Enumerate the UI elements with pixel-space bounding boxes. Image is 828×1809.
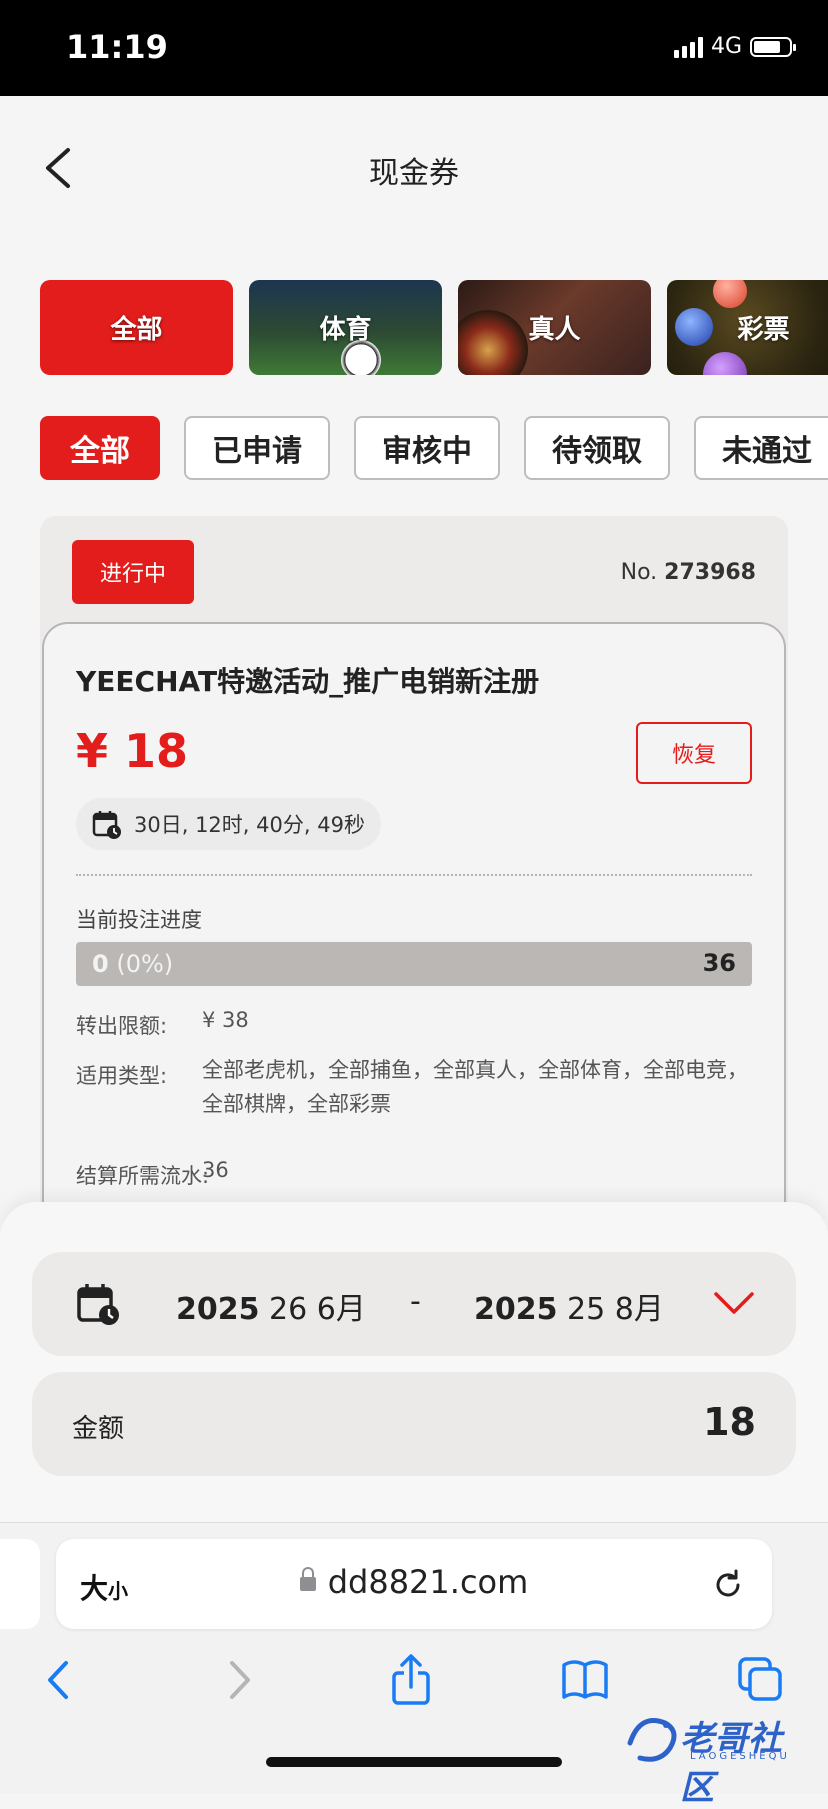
restore-button[interactable]: 恢复	[636, 722, 752, 784]
url-display[interactable]: dd8821.com	[56, 1563, 772, 1601]
battery-icon	[750, 36, 796, 57]
nav-bar: 现金券	[0, 96, 828, 246]
betting-progress-bar: 0 (0%) 36	[76, 942, 752, 986]
url-text: dd8821.com	[327, 1563, 529, 1601]
date-to: 2025 25 8月	[474, 1284, 664, 1328]
browser-chrome: 大小 dd8821.com 老哥社区 LAOGESHEQU	[0, 1522, 828, 1808]
status-time: 11:19	[66, 28, 168, 66]
types-value: 全部老虎机，全部捕鱼，全部真人，全部体育，全部电竞，全部棋牌，全部彩票	[202, 1058, 748, 1116]
address-bar[interactable]: 大小 dd8821.com	[56, 1539, 772, 1629]
filter-tab-pending[interactable]: 待领取	[524, 416, 670, 480]
back-arrow-icon[interactable]	[36, 1653, 86, 1707]
forward-arrow-icon[interactable]	[214, 1653, 264, 1707]
progress-label: 当前投注进度	[76, 908, 202, 932]
lottery-ball-icon	[675, 308, 713, 346]
category-label: 全部	[110, 315, 163, 345]
types-label: 适用类型:	[76, 1064, 168, 1088]
status-indicators: 4G	[673, 34, 796, 59]
turnover-label: 结算所需流水:	[76, 1164, 210, 1188]
filter-tab-applied[interactable]: 已申请	[184, 416, 330, 480]
voucher-card: 进行中 No. 273968 YEECHAT特邀活动_推广电销新注册 ¥ 18 …	[40, 516, 788, 1322]
voucher-number: No. 273968	[621, 560, 756, 585]
home-indicator[interactable]	[266, 1757, 562, 1767]
voucher-number-value: 273968	[664, 560, 756, 585]
progress-current-value: 0	[92, 950, 109, 978]
status-filter-tabs: 全部 已申请 审核中 待领取 未通过	[40, 416, 828, 480]
page-title: 现金券	[369, 156, 459, 191]
calendar-icon	[77, 1284, 119, 1325]
voucher-number-prefix: No.	[620, 560, 658, 585]
voucher-amount: ¥ 18	[76, 724, 189, 778]
dotted-divider	[76, 874, 752, 876]
date-range-selector[interactable]: 2025 26 6月 - 2025 25 8月	[32, 1252, 796, 1356]
lottery-ball-icon	[703, 352, 747, 375]
amount-filter-label: 金额	[72, 1414, 125, 1444]
date-from: 2025 26 6月	[176, 1284, 366, 1328]
progress-percent: (0%)	[116, 950, 174, 978]
reload-icon[interactable]	[710, 1567, 746, 1603]
status-bar: 11:19 4G	[0, 0, 828, 96]
lottery-ball-icon	[713, 280, 747, 308]
bottom-filter-sheet: 2025 26 6月 - 2025 25 8月 金额 18	[0, 1202, 828, 1522]
progress-current: 0 (0%)	[92, 950, 173, 978]
watermark-logo: 老哥社区 LAOGESHEQU	[620, 1703, 810, 1808]
filter-tab-rejected[interactable]: 未通过	[694, 416, 828, 480]
signal-icon	[673, 36, 703, 58]
category-label: 真人	[528, 315, 581, 345]
category-tab-all[interactable]: 全部	[40, 280, 233, 375]
roulette-icon	[458, 310, 528, 375]
amount-filter-value: 18	[703, 1400, 756, 1444]
countdown-timer: 30日, 12时, 40分, 49秒	[76, 798, 381, 850]
watermark-subtext: LAOGESHEQU	[690, 1751, 790, 1762]
category-tab-sports[interactable]: 体育	[249, 280, 442, 375]
amount-filter[interactable]: 金额 18	[32, 1372, 796, 1476]
previous-tab-peek[interactable]	[0, 1539, 40, 1629]
date-from-year: 2025	[176, 1292, 260, 1327]
limit-label: 转出限额:	[76, 1014, 168, 1038]
date-to-rest: 25 8月	[567, 1292, 664, 1327]
chevron-down-icon[interactable]	[712, 1290, 756, 1318]
network-type: 4G	[710, 34, 742, 59]
bookmarks-icon[interactable]	[560, 1653, 610, 1707]
share-icon[interactable]	[386, 1653, 436, 1707]
category-label: 体育	[319, 315, 372, 345]
date-separator: -	[410, 1284, 421, 1319]
promo-title: YEECHAT特邀活动_推广电销新注册	[76, 665, 540, 698]
category-tab-lottery[interactable]: 彩票	[667, 280, 828, 375]
category-tab-live[interactable]: 真人	[458, 280, 651, 375]
turnover-value: 36	[202, 1158, 229, 1182]
status-badge: 进行中	[72, 540, 194, 604]
date-from-rest: 26 6月	[269, 1292, 366, 1327]
category-tabs: 全部 体育 真人 彩票	[40, 280, 828, 375]
filter-tab-all[interactable]: 全部	[40, 416, 160, 480]
tabs-icon[interactable]	[736, 1653, 786, 1707]
limit-value: ¥ 38	[202, 1008, 249, 1032]
category-label: 彩票	[737, 315, 790, 345]
filter-tab-reviewing[interactable]: 审核中	[354, 416, 500, 480]
date-to-year: 2025	[474, 1292, 558, 1327]
countdown-text: 30日, 12时, 40分, 49秒	[134, 813, 365, 837]
progress-target: 36	[702, 949, 736, 977]
lock-icon	[299, 1567, 316, 1591]
calendar-clock-icon	[92, 811, 121, 839]
